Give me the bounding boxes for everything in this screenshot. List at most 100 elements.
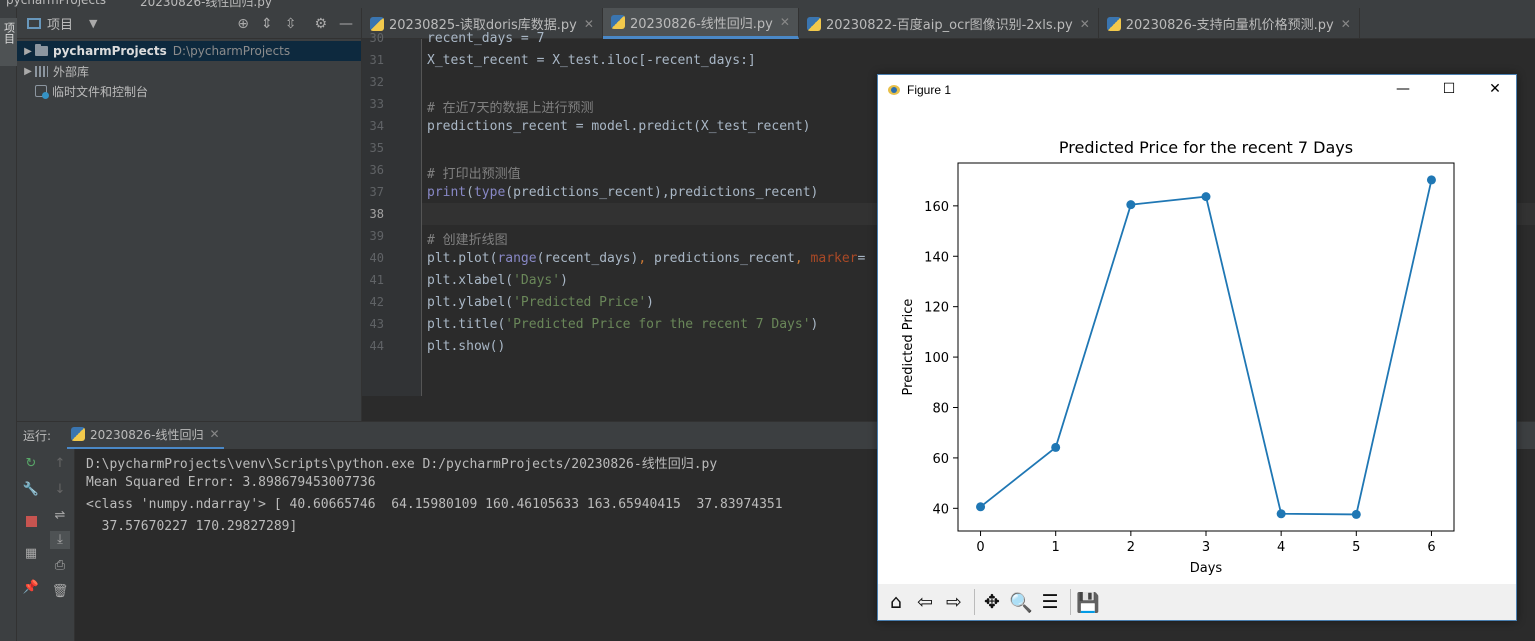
figure-title-bar[interactable]: Figure 1 — ☐ ✕ [878,75,1516,104]
toolbar-separator [1070,589,1071,615]
tree-item-name: 外部库 [53,64,90,79]
folder-icon [35,44,48,56]
expand-all-icon[interactable]: ⇕ [261,16,273,32]
gear-icon[interactable]: ⚙ [314,16,327,32]
code-line: X_test_recent = X_test.iloc[-recent_days… [427,53,756,68]
console-line: D:\pycharmProjects\venv\Scripts\python.e… [86,457,718,472]
chevron-right-icon[interactable]: ▶ [21,66,35,77]
rerun-icon[interactable]: ↻ [21,455,41,473]
pin-icon[interactable]: 📌 [21,579,41,597]
pan-icon[interactable]: ✥ [979,588,1005,616]
data-point [1426,175,1436,185]
soft-wrap-icon[interactable]: ⇌ [50,507,70,525]
home-icon[interactable]: ⌂ [883,588,909,616]
y-tick-label: 60 [932,452,949,467]
console-line: <class 'numpy.ndarray'> [ 40.60665746 64… [86,497,783,512]
hide-icon[interactable]: — [339,16,353,32]
close-icon[interactable]: ✕ [209,427,219,441]
code-line: plt.ylabel('Predicted Price') [427,295,654,310]
tree-item-external-libraries[interactable]: ▶ 外部库 [17,61,361,81]
project-panel-title[interactable]: 项目 [47,14,73,33]
data-point [976,502,986,512]
layout-icon[interactable]: ▦ [21,545,41,563]
python-file-icon [610,15,625,29]
save-icon[interactable]: 💾 [1075,588,1101,616]
trash-icon[interactable]: 🗑 [50,583,70,601]
python-file-icon [1106,16,1121,31]
tree-item-path: D:\pycharmProjects [172,44,291,58]
project-view-icon [27,17,41,29]
line-number: 43 [369,317,384,331]
line-number: 39 [369,229,384,243]
tab-svm-price[interactable]: 20230826-支持向量机价格预测.py ✕ [1099,8,1360,39]
code-line: predictions_recent = model.predict(X_tes… [427,119,811,134]
tree-item-name: 临时文件和控制台 [52,84,149,99]
chevron-right-icon[interactable]: ▶ [21,46,35,57]
tree-item-name: pycharmProjects [53,44,167,58]
console-line: Mean Squared Error: 3.898679453007736 [86,475,376,490]
tree-item-scratches[interactable]: 临时文件和控制台 [17,81,361,101]
minimize-icon[interactable]: — [1380,75,1426,104]
tab-label: 20230826-线性回归.py [629,16,773,32]
scroll-to-end-icon[interactable]: ⤓ [50,531,70,549]
collapse-all-icon[interactable]: ⇳ [285,16,297,32]
forward-icon[interactable]: ⇨ [941,588,967,616]
print-icon[interactable]: ⎙ [50,557,70,575]
y-tick-label: 40 [932,502,949,517]
python-file-icon [370,16,384,31]
tree-item-project-root[interactable]: ▶ pycharmProjects D:\pycharmProjects [17,41,361,61]
stop-icon[interactable] [21,513,41,531]
line-number: 34 [369,119,384,133]
data-point [1126,200,1136,210]
python-file-icon [71,427,86,441]
toolbar-separator [974,589,975,615]
zoom-icon[interactable]: 🔍 [1008,588,1034,616]
line-number: 31 [369,53,384,67]
project-tool-tab-label: 项目 [2,22,16,44]
line-number-current: 38 [369,207,384,221]
configure-icon[interactable]: ☰ [1037,588,1063,616]
close-icon[interactable]: ✕ [1472,75,1518,104]
close-icon[interactable]: ✕ [1341,17,1351,31]
x-tick-label: 0 [976,540,984,555]
code-line: print(type(predictions_recent),predictio… [427,185,819,200]
locate-icon[interactable]: ⊕ [237,16,249,32]
y-tick-label: 140 [924,250,949,265]
plot-area[interactable]: Predicted Price for the recent 7 Days 0 1 2… [878,104,1516,584]
close-icon[interactable]: ✕ [1080,17,1090,31]
line-number: 40 [369,251,384,265]
down-arrow-icon[interactable]: ↓ [50,481,70,499]
code-line: recent_days = 7 [427,31,545,46]
close-icon[interactable]: ✕ [780,15,790,29]
y-tick-label: 100 [924,351,949,366]
scratches-icon [35,85,49,99]
back-icon[interactable]: ⇦ [912,588,938,616]
project-panel-header: 项目 ▼ ⊕ ⇕ ⇳ ⚙ — [17,8,361,39]
wrench-icon[interactable]: 🔧 [21,481,41,499]
tab-label: 20230826-支持向量机价格预测.py [1125,18,1334,33]
code-line: # 在近7天的数据上进行预测 [427,101,594,116]
code-line: plt.show() [427,339,506,354]
line-number: 33 [369,97,384,111]
project-tool-tab[interactable]: 项目 [0,18,17,66]
y-axis-label: Predicted Price [901,299,916,396]
tab-linear-regression[interactable]: 20230826-线性回归.py ✕ [602,8,799,39]
chart-title: Predicted Price for the recent 7 Days [1059,138,1353,157]
maximize-icon[interactable]: ☐ [1426,75,1472,104]
close-icon[interactable]: ✕ [584,17,594,31]
run-tab-label: 20230826-线性回归 [90,427,204,442]
line-number: 44 [369,339,384,353]
figure-window[interactable]: Figure 1 — ☐ ✕ Predicted Price for the r… [877,74,1517,621]
data-point [1051,442,1061,452]
line-number: 36 [369,163,384,177]
line-number: 37 [369,185,384,199]
up-arrow-icon[interactable]: ↑ [50,455,70,473]
line-number: 35 [369,141,384,155]
chevron-down-icon[interactable]: ▼ [89,17,97,30]
run-tab[interactable]: 20230826-线性回归 ✕ [67,422,224,450]
code-line: plt.plot(range(recent_days), predictions… [427,251,866,266]
python-file-icon [806,16,821,31]
line-number: 42 [369,295,384,309]
code-line: # 创建折线图 [427,233,508,248]
tab-baidu-ocr[interactable]: 20230822-百度aip_ocr图像识别-2xls.py ✕ [799,8,1099,39]
